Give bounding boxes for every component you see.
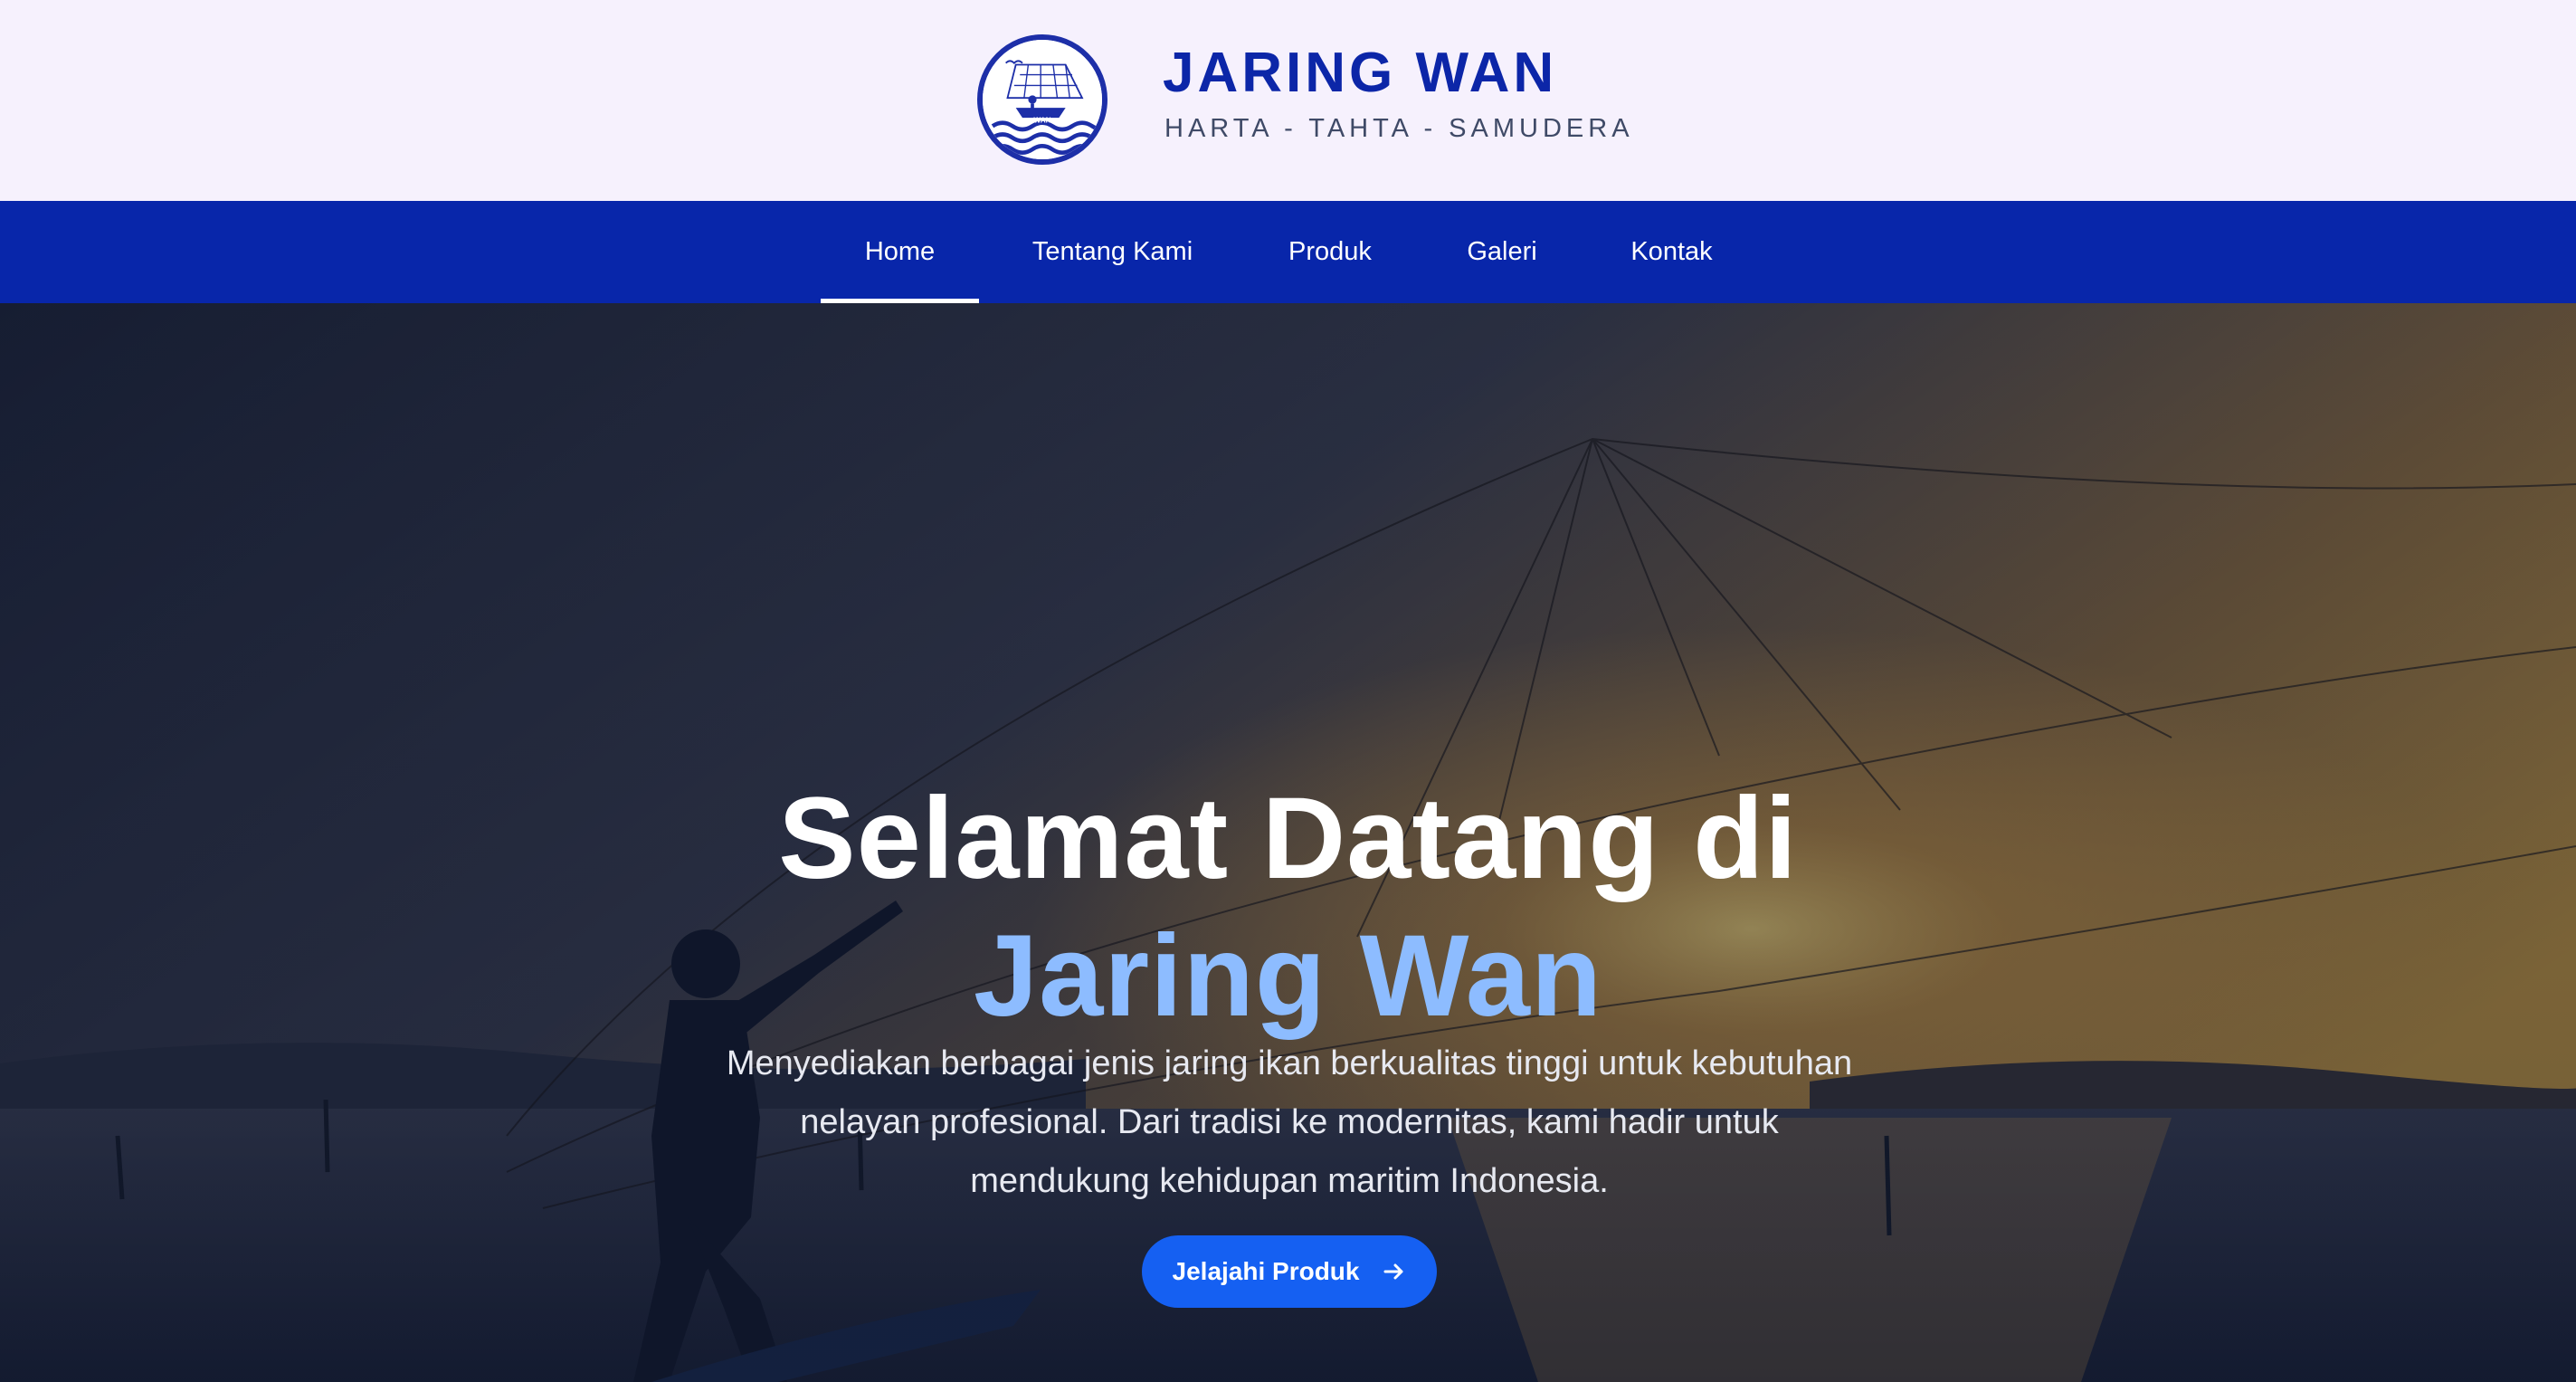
hero-description: Menyediakan berbagai jenis jaring ikan b…: [726, 1044, 1853, 1200]
hero-title-highlight: Jaring Wan: [973, 910, 1603, 1041]
nav-kontak[interactable]: Kontak: [1602, 201, 1742, 303]
brand-name[interactable]: JARING WAN: [1163, 45, 1557, 101]
hero-section: Selamat Datang di Jaring Wan Menyediakan…: [0, 303, 2576, 1382]
nav-home[interactable]: Home: [821, 201, 979, 303]
brand-logo[interactable]: WAN: [977, 34, 1107, 165]
main-nav: Home Tentang Kami Produk Galeri Kontak: [0, 201, 2576, 303]
nav-produk[interactable]: Produk: [1258, 201, 1402, 303]
brand-tagline: HARTA - TAHTA - SAMUDERA: [1164, 114, 1634, 143]
nav-tentang-kami[interactable]: Tentang Kami: [1006, 201, 1219, 303]
cta-label: Jelajahi Produk: [1172, 1257, 1360, 1285]
explore-products-button[interactable]: Jelajahi Produk: [1142, 1235, 1437, 1308]
hero-title-line1: Selamat Datang di: [778, 773, 1798, 903]
nav-galeri[interactable]: Galeri: [1439, 201, 1565, 303]
site-header: WAN JARING WAN HARTA - TAHTA - SAMUDERA: [0, 0, 2576, 201]
logo-text: WAN: [1033, 117, 1050, 125]
arrow-right-icon: [1383, 1260, 1406, 1283]
logo-fishing-boat-icon: WAN: [983, 40, 1102, 159]
hero-title: Selamat Datang di Jaring Wan: [0, 770, 2576, 1045]
